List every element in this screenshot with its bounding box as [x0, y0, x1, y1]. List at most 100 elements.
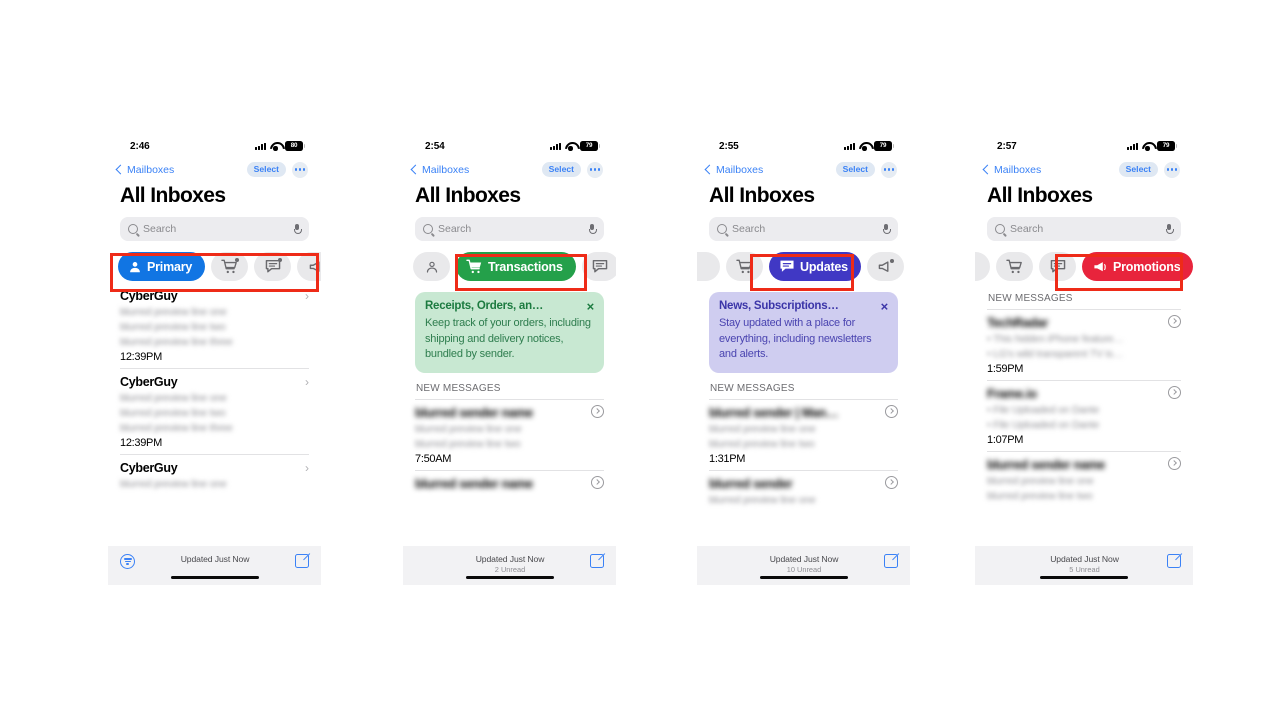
preview-line: blurred preview line three: [120, 422, 233, 434]
preview-line: blurred preview line two: [987, 490, 1093, 502]
compose-icon[interactable]: [1167, 554, 1181, 568]
chevron-right-circle-icon[interactable]: [885, 404, 898, 418]
search-input[interactable]: Search: [120, 217, 309, 241]
bottom-toolbar: Updated Just Now 2 Unread: [403, 546, 616, 585]
more-options-icon[interactable]: [292, 161, 308, 178]
sender-name: CyberGuy: [120, 289, 178, 303]
chevron-right-circle-icon[interactable]: [591, 475, 604, 489]
chevron-right-icon[interactable]: ›: [305, 462, 309, 474]
unread-count: 5 Unread: [1069, 565, 1100, 574]
search-icon: [717, 224, 727, 234]
back-to-mailboxes-button[interactable]: Mailboxes: [410, 164, 469, 176]
chevron-right-circle-icon[interactable]: [591, 404, 604, 418]
page-title: All Inboxes: [120, 184, 226, 207]
microphone-icon[interactable]: [883, 224, 891, 234]
close-icon[interactable]: ×: [881, 300, 889, 313]
preview-line: blurred preview line one: [709, 422, 816, 435]
chevron-right-circle-icon[interactable]: [885, 475, 898, 489]
tab-promotions[interactable]: Promotions: [1082, 252, 1193, 281]
tab-primary[interactable]: [413, 252, 450, 281]
search-placeholder: Search: [732, 223, 766, 235]
tab-partial-left[interactable]: [975, 252, 990, 281]
tab-promotions[interactable]: [297, 252, 321, 281]
chat-bubble-icon: [1050, 259, 1066, 274]
tab-transactions[interactable]: [996, 252, 1033, 281]
list-item[interactable]: TechRadar • This hidden iPhone feature… …: [987, 310, 1181, 381]
battery-percent: 79: [585, 141, 593, 149]
list-item[interactable]: CyberGuy blurred preview line one blurre…: [120, 369, 309, 455]
chevron-right-icon[interactable]: ›: [305, 290, 309, 302]
microphone-icon[interactable]: [1166, 224, 1174, 234]
promo-header: News, Subscriptions… ×: [719, 300, 888, 313]
chevron-left-icon: [115, 164, 126, 175]
tab-primary[interactable]: Primary: [118, 252, 206, 281]
status-bar: 2:57 79: [975, 130, 1193, 156]
preview-line: blurred preview line two: [120, 407, 226, 419]
compose-icon[interactable]: [884, 554, 898, 568]
compose-icon[interactable]: [590, 554, 604, 568]
chat-bubble-icon: [779, 259, 795, 274]
chevron-left-icon: [982, 164, 993, 175]
list-item[interactable]: blurred sender name blurred preview line…: [987, 452, 1181, 507]
microphone-icon[interactable]: [589, 224, 597, 234]
tab-transactions[interactable]: Transactions: [456, 252, 576, 281]
tab-updates[interactable]: [581, 252, 616, 281]
list-item[interactable]: blurred sender name blurred preview line…: [415, 400, 604, 471]
preview-line: blurred preview line two: [120, 321, 226, 333]
status-bar: 2:55 79: [697, 130, 910, 156]
nav-bar: Mailboxes Select: [108, 156, 321, 178]
tab-transactions[interactable]: [211, 252, 249, 281]
more-options-icon[interactable]: [587, 161, 603, 178]
compose-icon[interactable]: [295, 554, 309, 568]
timestamp: 12:39PM: [120, 351, 162, 363]
message-list: blurred sender | Man… blurred preview li…: [697, 400, 910, 511]
page-title: All Inboxes: [709, 184, 815, 207]
back-to-mailboxes-button[interactable]: Mailboxes: [982, 164, 1041, 176]
tab-transactions[interactable]: [726, 252, 763, 281]
list-item[interactable]: CyberGuy blurred preview line one ›: [120, 455, 309, 495]
more-options-icon[interactable]: [1164, 161, 1180, 178]
tab-updates[interactable]: [1039, 252, 1076, 281]
filter-icon[interactable]: [120, 554, 135, 569]
tab-updates[interactable]: [254, 252, 292, 281]
select-button[interactable]: Select: [835, 162, 875, 177]
search-input[interactable]: Search: [709, 217, 898, 241]
chevron-right-icon[interactable]: ›: [305, 376, 309, 388]
search-input[interactable]: Search: [415, 217, 604, 241]
search-input[interactable]: Search: [987, 217, 1181, 241]
chevron-right-circle-icon[interactable]: [1168, 315, 1181, 328]
timestamp: 7:50AM: [415, 452, 452, 465]
close-icon[interactable]: ×: [587, 300, 595, 313]
phone-screen-promotions: 2:57 79 Mailboxes Select All Inboxes Sea…: [975, 130, 1193, 585]
list-item[interactable]: CyberGuy blurred preview line one blurre…: [120, 283, 309, 369]
category-promo-banner: Receipts, Orders, an… × Keep track of yo…: [415, 292, 604, 373]
tab-updates[interactable]: Updates: [769, 252, 861, 281]
list-item[interactable]: blurred sender name: [415, 471, 604, 496]
home-indicator: [1040, 575, 1128, 579]
select-button[interactable]: Select: [246, 162, 286, 177]
preview-line: • File Uploaded on Dante: [987, 419, 1100, 431]
list-item[interactable]: blurred sender blurred preview line one: [709, 471, 898, 511]
page-title: All Inboxes: [415, 184, 521, 207]
preview-line: blurred preview line one: [120, 478, 227, 490]
select-button[interactable]: Select: [1118, 162, 1158, 177]
preview-line: blurred preview line two: [415, 437, 521, 450]
back-to-mailboxes-button[interactable]: Mailboxes: [704, 164, 763, 176]
chat-bubble-icon: [265, 258, 282, 274]
list-item[interactable]: Frame.io • File Uploaded on Dante • File…: [987, 381, 1181, 452]
cart-icon: [736, 259, 753, 274]
back-to-mailboxes-button[interactable]: Mailboxes: [115, 163, 175, 176]
more-options-icon[interactable]: [881, 161, 897, 178]
chevron-right-circle-icon[interactable]: [1168, 386, 1181, 399]
section-header: NEW MESSAGES: [415, 373, 604, 400]
back-label: Mailboxes: [127, 163, 175, 176]
list-item[interactable]: blurred sender | Man… blurred preview li…: [709, 400, 898, 471]
chevron-right-circle-icon[interactable]: [1168, 457, 1181, 470]
select-button[interactable]: Select: [541, 162, 581, 177]
tab-partial-left[interactable]: [697, 252, 720, 281]
microphone-icon[interactable]: [294, 224, 302, 234]
bottom-toolbar: Updated Just Now 10 Unread: [697, 546, 910, 585]
tab-primary-label: Primary: [147, 259, 193, 274]
message-list: TechRadar • This hidden iPhone feature… …: [975, 310, 1193, 507]
tab-promotions[interactable]: [866, 252, 904, 281]
